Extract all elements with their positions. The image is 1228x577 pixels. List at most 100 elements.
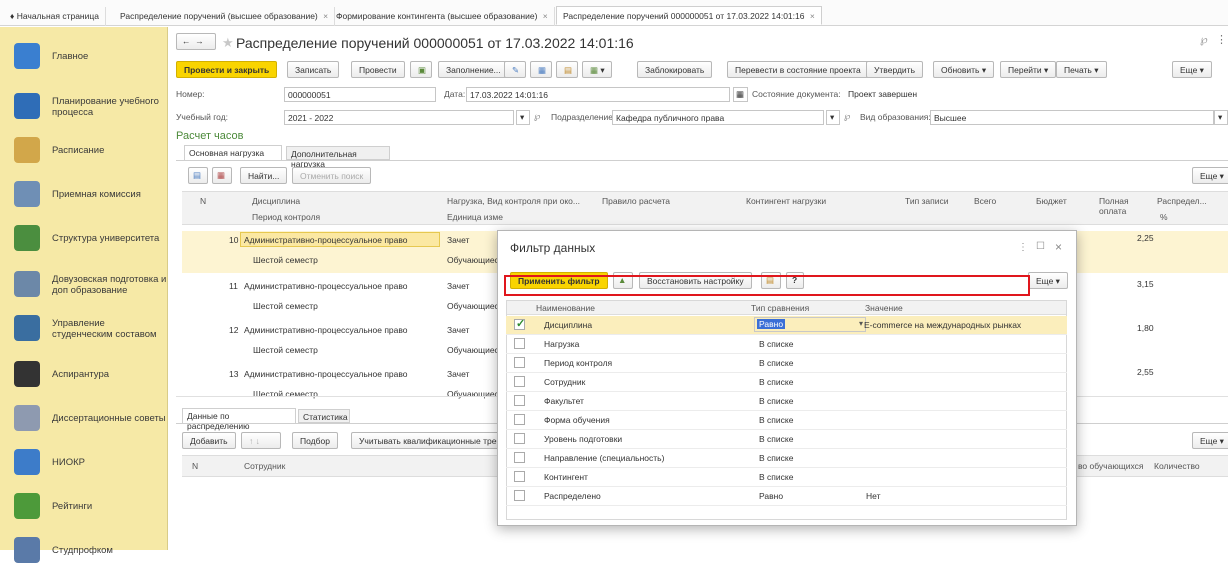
checkbox-checked[interactable]: ✓ — [514, 318, 525, 330]
sidebar-item[interactable]: Управление студенческим составом — [0, 305, 168, 355]
compare-type[interactable]: В списке — [759, 472, 793, 482]
sidebar-item[interactable]: Приемная комиссия — [0, 171, 168, 221]
checkbox[interactable] — [514, 338, 525, 349]
filter-value[interactable]: Нет — [866, 491, 880, 501]
report-icon[interactable]: ▦ ▾ — [582, 61, 612, 78]
compare-type[interactable]: В списке — [759, 415, 793, 425]
print-preview-icon[interactable]: ▤ — [556, 61, 578, 78]
save-button[interactable]: Записать — [287, 61, 340, 78]
checkbox[interactable] — [514, 452, 525, 463]
table-icon[interactable]: ▦ — [530, 61, 552, 78]
filter-row[interactable]: Нагрузка В списке — [506, 335, 1067, 354]
dropdown-icon[interactable]: ▾ — [516, 110, 530, 125]
filter-row[interactable]: Форма обучения В списке — [506, 411, 1067, 430]
more-vert-icon[interactable]: ⋮ — [1216, 33, 1227, 46]
sidebar-item[interactable]: Расписание — [0, 127, 168, 177]
filter-row[interactable]: Распределено Равно Нет — [506, 487, 1067, 506]
star-icon[interactable]: ★ — [222, 35, 234, 51]
tree-icon[interactable]: ▤ — [188, 167, 208, 184]
upper-more-button[interactable]: Еще ▾ — [1192, 167, 1228, 184]
fill-button[interactable]: Заполнение... — [438, 61, 509, 78]
compare-type[interactable]: Равно — [759, 491, 783, 501]
number-field[interactable]: 000000051 — [284, 87, 436, 102]
tab-home[interactable]: ♦ Начальная страница — [4, 7, 106, 26]
dropdown-icon[interactable]: ▾ — [1214, 110, 1228, 125]
to-project-button[interactable]: Перевести в состояние проекта — [727, 61, 869, 78]
find-button[interactable]: Найти... — [240, 167, 288, 184]
tab-distribution-list[interactable]: Распределение поручений (высшее образова… — [114, 7, 336, 26]
checkbox[interactable] — [514, 433, 525, 444]
date-field[interactable]: 17.03.2022 14:01:16 — [466, 87, 730, 102]
checkbox[interactable] — [514, 376, 525, 387]
dropdown-icon[interactable]: ▾ — [826, 110, 840, 125]
more-button[interactable]: Еще ▾ — [1172, 61, 1212, 78]
division-field[interactable]: Кафедра публичного права — [612, 110, 824, 125]
tab-additional-load[interactable]: Дополнительная нагрузка — [286, 146, 390, 169]
sidebar-item[interactable]: Диссертационные советы — [0, 395, 168, 445]
open-link-icon[interactable]: ℘ — [844, 111, 850, 122]
refresh-button[interactable]: Обновить ▾ — [933, 61, 995, 78]
open-link-icon[interactable]: ℘ — [534, 111, 540, 122]
filter-value[interactable]: E-commerce на международных рынках — [864, 320, 1021, 330]
close-icon[interactable]: × — [810, 11, 815, 21]
filter-row[interactable]: Направление (специальность) В списке — [506, 449, 1067, 468]
more-vert-icon[interactable]: ⋮ — [1018, 242, 1028, 253]
filter-row[interactable]: Контингент В списке — [506, 468, 1067, 487]
checkbox[interactable] — [514, 395, 525, 406]
compare-type[interactable]: В списке — [759, 377, 793, 387]
sidebar-item[interactable]: Рейтинги — [0, 483, 168, 533]
compare-dropdown[interactable]: ▾ — [754, 317, 866, 332]
sidebar-item[interactable]: Студпрофком — [0, 527, 168, 577]
link-icon[interactable]: ℘ — [1200, 33, 1208, 46]
goto-button[interactable]: Перейти ▾ — [1000, 61, 1057, 78]
sidebar-item[interactable]: Довузовская подготовка и доп образование — [0, 261, 168, 311]
approve-button[interactable]: Утвердить — [866, 61, 924, 78]
pick-button[interactable]: Подбор — [292, 432, 338, 449]
settings-icon[interactable]: ▤ — [761, 272, 781, 289]
tab-contingent[interactable]: Формирование контингента (высшее образов… — [330, 7, 555, 26]
compare-type[interactable]: В списке — [759, 339, 793, 349]
filter-row[interactable]: Уровень подготовки В списке — [506, 430, 1067, 449]
checkbox[interactable] — [514, 357, 525, 368]
sidebar-item[interactable]: Структура университета — [0, 215, 168, 265]
sidebar-item[interactable]: Планирование учебного процесса — [0, 83, 168, 133]
filter-row[interactable]: Сотрудник В списке — [506, 373, 1067, 392]
help-button[interactable]: ? — [786, 272, 804, 289]
print-button[interactable]: Печать ▾ — [1056, 61, 1107, 78]
calendar-icon[interactable]: ▦ — [733, 87, 748, 102]
post-and-close-button[interactable]: Провести и закрыть — [176, 61, 278, 78]
compare-type[interactable]: В списке — [759, 453, 793, 463]
filter-row[interactable]: Факультет В списке — [506, 392, 1067, 411]
sidebar-item[interactable]: НИОКР — [0, 439, 168, 489]
dialog-more-button[interactable]: Еще ▾ — [1028, 272, 1068, 289]
tab-main-load[interactable]: Основная нагрузка — [184, 145, 282, 160]
tab-distribution-data[interactable]: Данные по распределению — [182, 408, 296, 431]
year-field[interactable]: 2021 - 2022 — [284, 110, 514, 125]
checkbox[interactable] — [514, 490, 525, 501]
restore-settings-button[interactable]: Восстановить настройку — [639, 272, 752, 289]
checkbox[interactable] — [514, 471, 525, 482]
close-icon[interactable]: × — [323, 11, 328, 21]
add-button[interactable]: Добавить — [182, 432, 236, 449]
post-button[interactable]: Провести — [351, 61, 405, 78]
sidebar-item[interactable]: Аспирантура — [0, 351, 168, 401]
upload-settings-icon[interactable]: ▲ — [613, 272, 633, 289]
tab-current-document[interactable]: Распределение поручений 000000051 от 17.… — [556, 6, 822, 25]
qualification-button[interactable]: Учитывать квалификационные треб — [351, 432, 501, 449]
tab-statistics[interactable]: Статистика — [298, 409, 350, 423]
compare-type[interactable]: В списке — [759, 358, 793, 368]
move-up-down-icon[interactable]: ↑ ↓ — [241, 432, 281, 449]
cancel-search-button[interactable]: Отменить поиск — [292, 167, 372, 184]
close-icon[interactable]: × — [1055, 240, 1062, 254]
edit-icon[interactable]: ✎ — [504, 61, 526, 78]
compare-type[interactable]: В списке — [759, 434, 793, 444]
structure-icon[interactable]: ▣ — [410, 61, 432, 78]
filter-row[interactable]: Период контроля В списке — [506, 354, 1067, 373]
sidebar-item[interactable]: Главное — [0, 33, 168, 83]
apply-filter-button[interactable]: Применить фильтр — [510, 272, 608, 289]
edu-field[interactable]: Высшее — [930, 110, 1214, 125]
close-icon[interactable]: × — [543, 11, 548, 21]
block-button[interactable]: Заблокировать — [637, 61, 713, 78]
compare-type[interactable]: В списке — [759, 396, 793, 406]
clear-filter-icon[interactable]: ▦ — [212, 167, 232, 184]
